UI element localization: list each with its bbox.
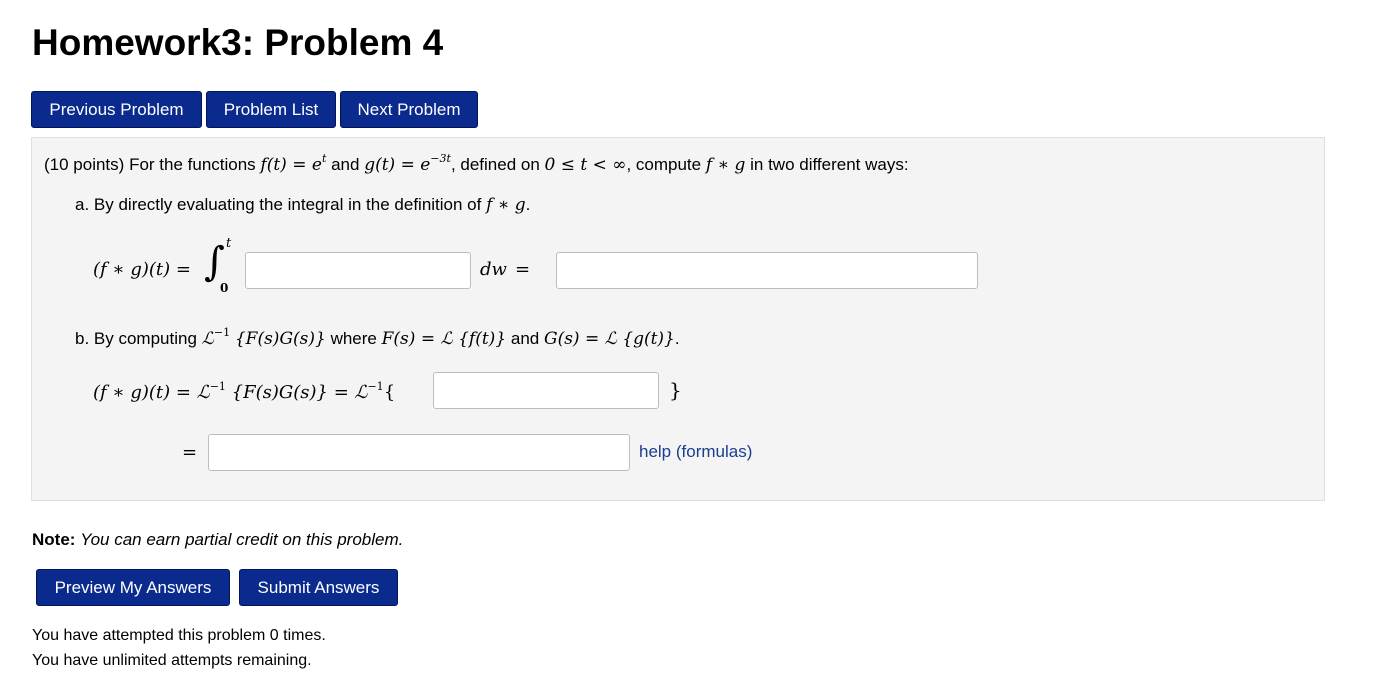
convolution-expr: f ∗ g <box>705 155 746 175</box>
page-title: Homework3: Problem 4 <box>32 22 444 63</box>
problem-intro: (10 points) For the functions f(t) = et … <box>44 152 909 175</box>
closing-brace: } <box>669 378 682 402</box>
part-a-text: a. By directly evaluating the integral i… <box>75 195 531 215</box>
equals-sign: = <box>515 259 531 280</box>
integrand-input[interactable] <box>245 252 471 289</box>
integral-lower-limit: 0 <box>220 281 229 295</box>
final-answer-input[interactable] <box>208 434 630 471</box>
problem-panel: (10 points) For the functions f(t) = et … <box>31 137 1325 501</box>
preview-answers-button[interactable]: Preview My Answers <box>36 569 230 606</box>
ways-text: in two different ways: <box>750 155 909 174</box>
attempts-status: You have attempted this problem 0 times. <box>32 627 326 644</box>
partial-credit-note: Note: You can earn partial credit on thi… <box>32 530 403 550</box>
g-definition: g(t) = e−3t <box>364 152 451 175</box>
problem-list-button[interactable]: Problem List <box>206 91 336 128</box>
final-equals-sign: = <box>182 442 198 463</box>
part-b-text: b. By computing ℒ−1 {F(s)G(s)} where F(s… <box>75 326 680 349</box>
defined-on-text: , defined on <box>450 155 540 174</box>
previous-problem-button[interactable]: Previous Problem <box>31 91 202 128</box>
f-definition: f(t) = et <box>260 152 327 175</box>
part-a-lhs: (f ∗ g)(t) = <box>93 259 191 280</box>
note-text: You can earn partial credit on this prob… <box>80 530 404 549</box>
note-label: Note: <box>32 530 76 549</box>
product-input[interactable] <box>433 372 659 409</box>
submit-answers-button[interactable]: Submit Answers <box>239 569 398 606</box>
points-label: (10 points) <box>44 155 125 174</box>
integral-result-input[interactable] <box>556 252 978 289</box>
domain-expr: 0 ≤ t < ∞ <box>544 155 627 175</box>
and-text: and <box>331 155 360 174</box>
integral-upper-limit: t <box>226 236 232 251</box>
compute-text: , compute <box>626 155 702 174</box>
dw-label: dw <box>480 259 507 280</box>
intro-text: For the functions <box>129 155 256 174</box>
attempts-remaining: You have unlimited attempts remaining. <box>32 652 312 669</box>
help-formulas-link[interactable]: help (formulas) <box>639 442 752 462</box>
next-problem-button[interactable]: Next Problem <box>340 91 478 128</box>
integral-sign: ∫ <box>204 239 225 285</box>
part-b-lhs: (f ∗ g)(t) = ℒ−1 {F(s)G(s)} = ℒ−1{ <box>93 380 396 403</box>
